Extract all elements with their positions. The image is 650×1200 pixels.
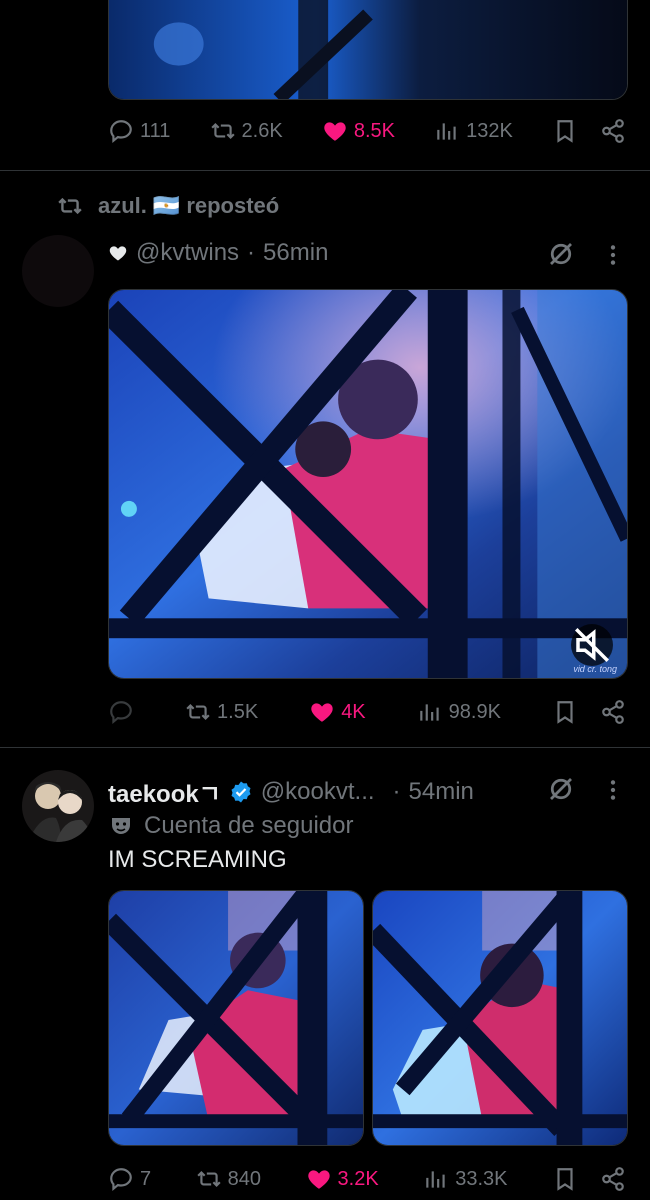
heart-outline-icon [109, 246, 127, 261]
like-count: 4K [341, 700, 366, 723]
post-2-header: @kvtwins · 56min [108, 239, 328, 267]
repost-icon [58, 197, 82, 215]
reply-count: 7 [140, 1167, 152, 1190]
views-count: 33.3K [455, 1167, 508, 1190]
post-time[interactable]: 56min [263, 239, 328, 267]
reply-button[interactable]: 7 [108, 1166, 151, 1192]
mute-button[interactable] [571, 624, 613, 666]
reply-icon [110, 701, 132, 725]
more-options-icon[interactable] [600, 776, 626, 804]
post-2-right-actions [552, 699, 626, 725]
post-3-image-2[interactable] [372, 890, 628, 1146]
post-1-right-actions [552, 118, 626, 144]
more-options-icon[interactable] [600, 241, 626, 269]
dot-separator: · [247, 239, 256, 266]
bookmark-icon[interactable] [552, 699, 578, 725]
like-button[interactable]: 3.2K [306, 1166, 379, 1192]
like-button[interactable]: 4K [309, 699, 366, 725]
post-2: azul. 🇦🇷 reposteó @kvtwins · 56min vid c… [0, 171, 650, 747]
heart-filled-icon [307, 1170, 330, 1189]
avatar[interactable] [22, 235, 94, 307]
verified-badge-icon[interactable] [229, 780, 253, 804]
muted-speaker-icon [575, 628, 609, 662]
share-icon[interactable] [600, 1166, 626, 1192]
bookmark-icon[interactable] [552, 118, 578, 144]
account-label-text: Cuenta de seguidor [144, 812, 354, 839]
name-glyph: ㄱ [198, 781, 221, 808]
views-icon [426, 1171, 445, 1188]
user-handle[interactable]: @kookvt... [261, 778, 375, 806]
views-button[interactable]: 98.9K [417, 699, 501, 725]
bookmark-icon[interactable] [552, 1166, 578, 1192]
reply-count: 111 [140, 119, 171, 142]
post-3-image-1[interactable] [108, 890, 364, 1146]
repost-button[interactable]: 840 [196, 1166, 261, 1192]
reply-icon [110, 1168, 132, 1192]
display-name[interactable]: taekookㄱ [108, 774, 221, 809]
views-button[interactable]: 33.3K [423, 1166, 507, 1192]
repost-icon [210, 122, 235, 140]
post-1-action-bar: 111 2.6K 8.5K 132K [108, 118, 626, 144]
views-count: 132K [466, 119, 513, 142]
like-count: 8.5K [353, 119, 395, 142]
repost-count: 840 [227, 1167, 262, 1190]
post-2-video[interactable]: vid cr. tong [108, 289, 628, 679]
reply-icon [110, 120, 132, 144]
post-2-action-bar: 1.5K 4K 98.9K [108, 699, 626, 725]
grok-icon[interactable] [546, 239, 576, 269]
reposter-name: azul. [98, 193, 147, 218]
reply-button[interactable] [108, 699, 134, 725]
post-3-right-actions [552, 1166, 626, 1192]
post-text: IM SCREAMING [108, 846, 287, 873]
post-3-header: taekookㄱ @kookvt... · 54min [108, 774, 474, 809]
grok-icon[interactable] [546, 774, 576, 804]
repost-action-label: reposteó [186, 193, 280, 218]
post-1: 111 2.6K 8.5K 132K [0, 0, 650, 170]
post-3-action-bar: 7 840 3.2K 33.3K [108, 1166, 626, 1192]
repost-icon [197, 1170, 221, 1188]
share-icon[interactable] [600, 118, 626, 144]
repost-count: 1.5K [217, 700, 259, 723]
heart-filled-icon [311, 703, 333, 722]
like-count: 3.2K [337, 1167, 379, 1190]
avatar[interactable] [22, 770, 94, 842]
heart-filled-icon [324, 122, 346, 141]
post-3: taekookㄱ @kookvt... · 54min Cuenta de se… [0, 748, 650, 1200]
repost-icon [186, 703, 210, 721]
masks-icon [112, 818, 130, 834]
views-count: 98.9K [448, 700, 501, 723]
views-icon [437, 123, 456, 140]
like-button[interactable]: 8.5K [322, 118, 395, 144]
post-time[interactable]: 54min [409, 778, 474, 806]
repost-button[interactable]: 2.6K [210, 118, 283, 144]
views-icon [419, 704, 439, 721]
repost-button[interactable]: 1.5K [185, 699, 258, 725]
reply-button[interactable]: 111 [108, 118, 170, 144]
repost-count: 2.6K [241, 119, 283, 142]
flag-emoji: 🇦🇷 [152, 193, 181, 218]
repost-header[interactable]: azul. 🇦🇷 reposteó [56, 193, 279, 219]
post-1-media[interactable] [108, 0, 628, 100]
share-icon[interactable] [600, 699, 626, 725]
dot-separator: · [392, 777, 401, 805]
views-button[interactable]: 132K [434, 118, 513, 144]
user-handle[interactable]: @kvtwins [136, 239, 239, 267]
account-label: Cuenta de seguidor [108, 812, 353, 840]
